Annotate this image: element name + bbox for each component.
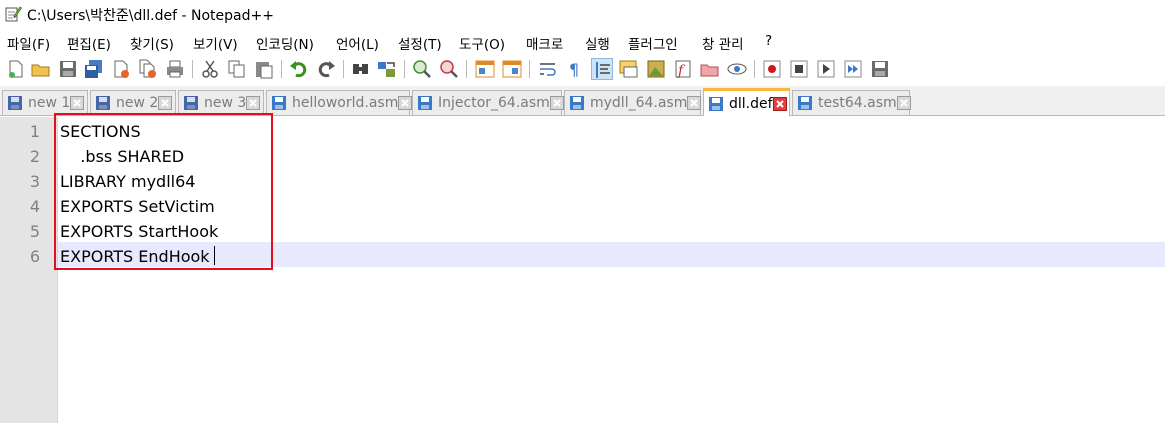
menu-edit[interactable]: 편집(E) [67, 33, 111, 53]
close-icon[interactable] [398, 96, 413, 110]
close-icon[interactable] [70, 96, 85, 110]
menu-run[interactable]: 실행 [585, 33, 610, 53]
close-icon[interactable] [687, 96, 702, 110]
notepadpp-icon [4, 5, 22, 23]
tab-new-1[interactable]: new 1 [2, 90, 88, 115]
saved-file-icon [708, 96, 724, 112]
toolbar-separator [466, 60, 467, 78]
tab-bar: new 1 new 2 new 3 helloworld.asm Injecto… [0, 86, 1165, 116]
menu-macro[interactable]: 매크로 [526, 33, 563, 53]
stop-macro-icon[interactable] [788, 58, 810, 80]
find-icon[interactable] [350, 58, 372, 80]
title-bar: C:\Users\박찬준\dll.def - Notepad++ [0, 0, 1165, 28]
zoom-out-icon[interactable] [438, 58, 460, 80]
unsaved-file-icon [183, 95, 199, 111]
saved-file-icon [797, 95, 813, 111]
open-file-icon[interactable] [30, 58, 52, 80]
tab-label: dll.def [729, 95, 773, 112]
tab-label: Injector_64.asm [438, 95, 550, 111]
play-macro-icon[interactable] [815, 58, 837, 80]
folder-as-workspace-icon[interactable] [699, 58, 721, 80]
toolbar-separator [192, 60, 193, 78]
close-all-icon[interactable] [137, 58, 159, 80]
save-all-icon[interactable] [83, 58, 105, 80]
close-icon[interactable] [549, 96, 564, 110]
close-file-icon[interactable] [110, 58, 132, 80]
user-defined-language-icon[interactable] [618, 58, 640, 80]
menu-view[interactable]: 보기(V) [193, 33, 238, 53]
close-icon[interactable] [772, 96, 787, 111]
sync-horizontal-icon[interactable] [501, 58, 523, 80]
toolbar-separator [529, 60, 530, 78]
save-macro-icon[interactable] [869, 58, 891, 80]
svg-text:¶: ¶ [569, 60, 579, 79]
indent-guide-icon[interactable] [591, 58, 613, 80]
close-icon[interactable] [246, 96, 261, 110]
word-wrap-icon[interactable] [537, 58, 559, 80]
close-icon[interactable] [158, 96, 173, 110]
toolbar-separator [343, 60, 344, 78]
tab-helloworld-asm[interactable]: helloworld.asm [266, 90, 413, 115]
cut-icon[interactable] [199, 58, 221, 80]
line-number-gutter: 1 2 3 4 5 6 [0, 117, 58, 423]
tab-label: helloworld.asm [292, 95, 399, 111]
menu-encoding[interactable]: 인코딩(N) [256, 33, 314, 53]
menu-file[interactable]: 파일(F) [7, 33, 50, 53]
tab-label: new 2 [116, 95, 159, 111]
undo-icon[interactable] [288, 58, 310, 80]
menu-bar: 파일(F) 편집(E) 찾기(S) 보기(V) 인코딩(N) 언어(L) 설정(… [0, 28, 1165, 54]
window-title: C:\Users\박찬준\dll.def - Notepad++ [27, 8, 274, 24]
annotation-highlight-box [54, 113, 273, 270]
menu-language[interactable]: 언어(L) [336, 33, 379, 53]
save-icon[interactable] [57, 58, 79, 80]
tab-label: new 3 [204, 95, 247, 111]
tab-injector-64-asm[interactable]: Injector_64.asm [412, 90, 564, 115]
monitoring-eye-icon[interactable] [726, 58, 748, 80]
new-file-icon[interactable] [5, 58, 27, 80]
tab-label: test64.asm [818, 95, 897, 111]
line-number: 6 [29, 247, 40, 266]
tab-label: new 1 [28, 95, 71, 111]
menu-settings[interactable]: 설정(T) [398, 33, 442, 53]
show-all-characters-icon[interactable]: ¶ [563, 58, 585, 80]
unsaved-file-icon [7, 95, 23, 111]
replace-icon[interactable] [376, 58, 398, 80]
function-list-icon[interactable]: f [672, 58, 694, 80]
paste-icon[interactable] [253, 58, 275, 80]
print-icon[interactable] [164, 58, 186, 80]
toolbar-separator [281, 60, 282, 78]
zoom-in-icon[interactable] [411, 58, 433, 80]
line-number: 3 [29, 172, 40, 191]
redo-icon[interactable] [315, 58, 337, 80]
unsaved-file-icon [95, 95, 111, 111]
menu-tools[interactable]: 도구(O) [459, 33, 505, 53]
menu-window[interactable]: 창 관리 [702, 33, 744, 53]
menu-plugins[interactable]: 플러그인 [628, 33, 678, 53]
saved-file-icon [417, 95, 433, 111]
line-number: 5 [29, 222, 40, 241]
menu-help[interactable]: ? [765, 33, 772, 49]
document-map-icon[interactable] [645, 58, 667, 80]
tab-label: mydll_64.asm [590, 95, 688, 111]
close-icon[interactable] [896, 96, 911, 110]
line-number: 4 [29, 197, 40, 216]
toolbar-separator [754, 60, 755, 78]
copy-icon[interactable] [226, 58, 248, 80]
line-number: 1 [29, 122, 40, 141]
tab-test64-asm[interactable]: test64.asm [792, 90, 911, 115]
menu-search[interactable]: 찾기(S) [130, 33, 174, 53]
run-macro-multiple-icon[interactable] [842, 58, 864, 80]
record-macro-icon[interactable] [761, 58, 783, 80]
tab-new-3[interactable]: new 3 [178, 90, 264, 115]
sync-vertical-icon[interactable] [474, 58, 496, 80]
tab-dll-def[interactable]: dll.def [703, 88, 790, 116]
tab-mydll-64-asm[interactable]: mydll_64.asm [564, 90, 702, 115]
saved-file-icon [271, 95, 287, 111]
line-number: 2 [29, 147, 40, 166]
tab-new-2[interactable]: new 2 [90, 90, 176, 115]
toolbar-separator [404, 60, 405, 78]
saved-file-icon [569, 95, 585, 111]
toolbar: ¶ f [0, 54, 1165, 84]
